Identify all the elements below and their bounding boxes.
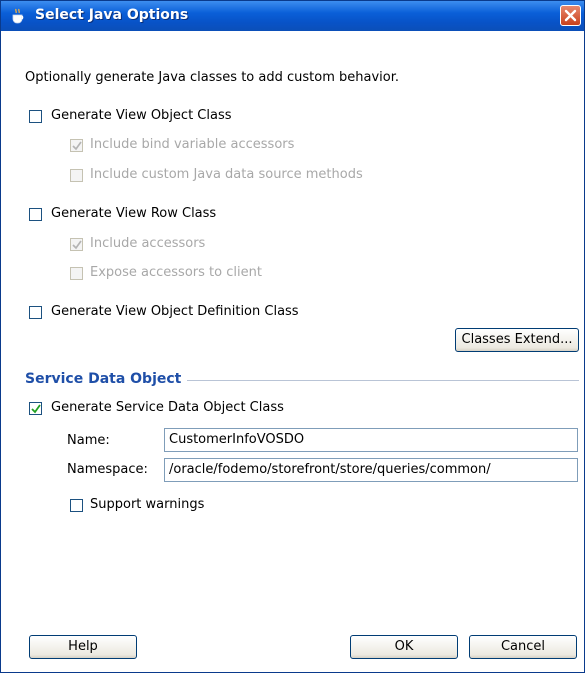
support-warnings-checkbox[interactable] [70,499,83,512]
view-object-definition-class-checkbox[interactable] [29,306,42,319]
bind-variable-accessors-label: Include bind variable accessors [90,137,295,152]
view-object-class-checkbox[interactable] [29,110,42,123]
intro-text: Optionally generate Java classes to add … [25,70,399,85]
dialog-title: Select Java Options [35,7,189,23]
checkmark-icon [31,404,41,414]
namespace-label: Namespace: [67,462,148,477]
dialog-body: Optionally generate Java classes to add … [1,31,584,672]
include-accessors-label: Include accessors [90,236,206,251]
view-row-class-label: Generate View Row Class [51,206,217,221]
view-row-class-checkbox[interactable] [29,208,42,221]
name-label: Name: [67,433,110,448]
select-java-options-dialog: Select Java Options Optionally generate … [0,0,585,673]
view-object-class-label: Generate View Object Class [51,108,232,123]
sdo-section-title: Service Data Object [25,371,182,387]
generate-sdo-class-label: Generate Service Data Object Class [51,400,284,415]
include-accessors-checkbox[interactable] [70,238,83,251]
title-bar[interactable]: Select Java Options [1,1,584,31]
custom-java-data-source-label: Include custom Java data source methods [90,167,363,182]
bind-variable-accessors-checkbox[interactable] [70,139,83,152]
expose-accessors-checkbox[interactable] [70,267,83,280]
ok-button[interactable]: OK [350,635,458,659]
name-field[interactable]: CustomerInfoVOSDO [164,428,578,452]
view-object-definition-class-label: Generate View Object Definition Class [51,304,299,319]
generate-sdo-class-checkbox[interactable] [29,402,42,415]
checkmark-icon [72,240,82,250]
close-icon [564,9,577,22]
sdo-section-divider [187,380,579,381]
checkmark-icon [72,141,82,151]
classes-extend-button[interactable]: Classes Extend... [455,328,579,352]
java-cup-icon [9,7,27,25]
help-button[interactable]: Help [29,635,137,659]
namespace-field[interactable]: /oracle/fodemo/storefront/store/queries/… [164,458,578,482]
close-button[interactable] [560,5,581,26]
expose-accessors-label: Expose accessors to client [90,265,262,280]
cancel-button[interactable]: Cancel [469,635,577,659]
custom-java-data-source-checkbox[interactable] [70,169,83,182]
support-warnings-label: Support warnings [90,497,205,512]
